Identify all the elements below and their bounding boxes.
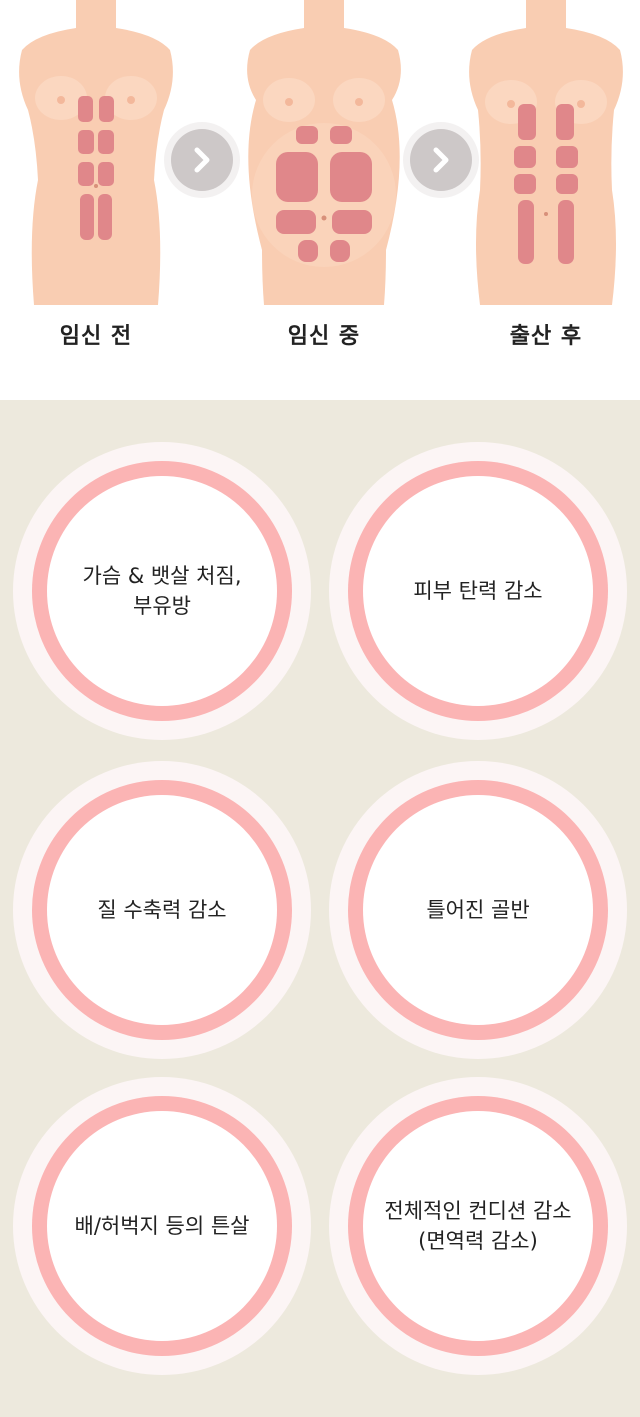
symptom-text: 부유방 [133,594,191,618]
arrow-button-1 [164,122,240,198]
symptom-circle-condition: 전체적인 컨디션 감소 (면역력 감소) [329,1077,627,1375]
stage-label-before: 임신 전 [59,324,133,349]
symptom-circle-skin-elasticity: 피부 탄력 감소 [329,442,627,740]
chevron-right-icon [433,147,449,173]
symptom-text: 가슴 & 뱃살 처짐, [82,564,242,588]
torso-during-pregnancy-illustration [234,0,414,305]
torso-after-childbirth-illustration [456,0,636,305]
symptom-text: 질 수축력 감소 [97,898,227,922]
symptom-circle-stretch-marks: 배/허벅지 등의 튼살 [13,1077,311,1375]
stage-label-during: 임신 중 [287,324,361,349]
stage-label-after: 출산 후 [509,324,583,349]
symptom-text: 피부 탄력 감소 [413,579,543,603]
symptom-text: (면역력 감소) [418,1229,538,1253]
symptoms-section: 가슴 & 뱃살 처짐, 부유방 피부 탄력 감소 질 수축력 감소 틀어진 골반… [0,400,640,1417]
symptom-circle-sagging: 가슴 & 뱃살 처짐, 부유방 [13,442,311,740]
muscle-comparison-section: 임신 전 임신 중 출산 후 [0,0,640,400]
symptom-text: 틀어진 골반 [426,898,530,922]
chevron-right-icon [194,147,210,173]
symptom-circle-vaginal-tightness: 질 수축력 감소 [13,761,311,1059]
symptom-text: 배/허벅지 등의 튼살 [74,1214,250,1238]
symptom-text: 전체적인 컨디션 감소 [384,1199,572,1223]
symptom-circle-pelvis: 틀어진 골반 [329,761,627,1059]
torso-before-pregnancy-illustration [6,0,186,305]
